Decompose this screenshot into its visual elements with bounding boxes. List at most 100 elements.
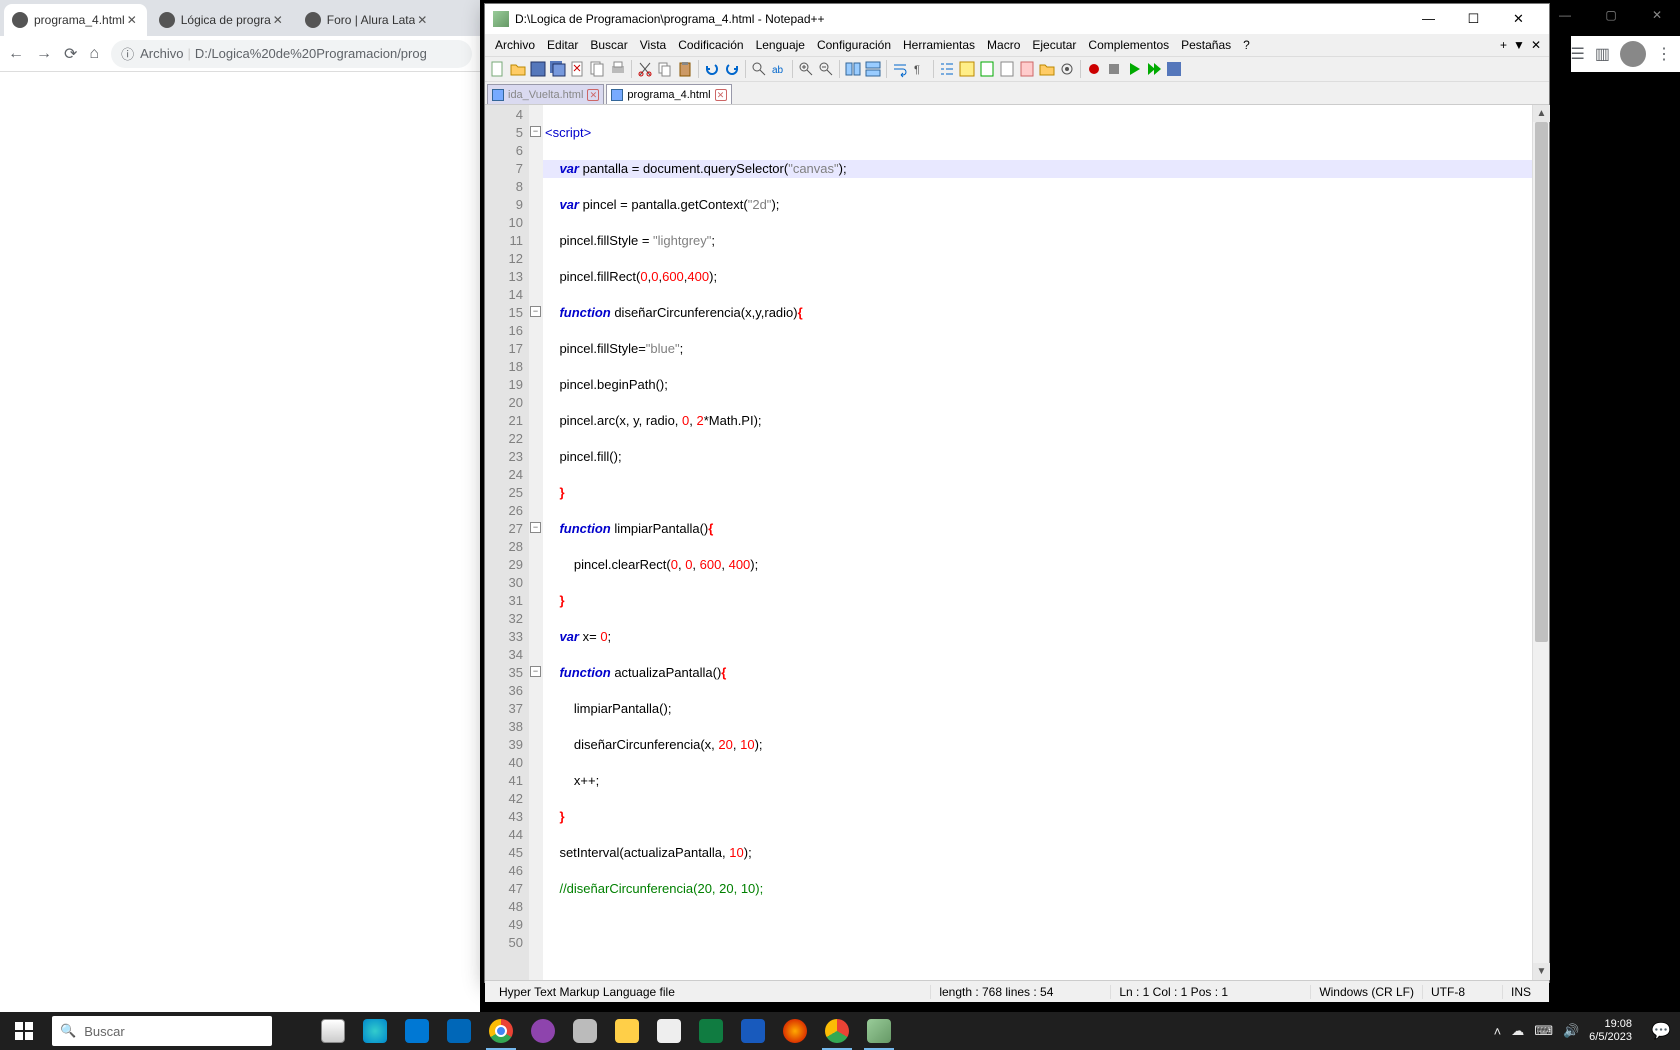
code-line[interactable] [543, 250, 1532, 268]
show-all-chars-icon[interactable]: ¶ [911, 60, 929, 78]
code-line[interactable]: x++; [543, 772, 1532, 790]
cut-icon[interactable] [636, 60, 654, 78]
code-line[interactable] [543, 574, 1532, 592]
code-line[interactable] [543, 646, 1532, 664]
action-center-button[interactable]: 💬 [1642, 1012, 1680, 1050]
tab-close-icon[interactable]: ✕ [271, 13, 285, 27]
taskbar-notepadpp[interactable] [858, 1012, 900, 1050]
forward-button[interactable]: → [36, 45, 52, 63]
fold-column[interactable]: −−−− [529, 105, 543, 980]
menu-herramientas[interactable]: Herramientas [897, 38, 981, 52]
stop-macro-icon[interactable] [1105, 60, 1123, 78]
menu-down-icon[interactable]: ▼ [1513, 38, 1525, 52]
task-view-button[interactable] [312, 1012, 354, 1050]
paste-icon[interactable] [676, 60, 694, 78]
save-all-icon[interactable] [549, 60, 567, 78]
taskbar-chrome-2[interactable] [816, 1012, 858, 1050]
code-line[interactable] [543, 916, 1532, 934]
tab-close-icon[interactable]: ✕ [125, 13, 139, 27]
minimize-button[interactable]: ― [1406, 5, 1451, 33]
menu-close-icon[interactable]: ✕ [1531, 38, 1541, 52]
close-file-icon[interactable] [569, 60, 587, 78]
chrome-menu-icon[interactable]: ⋮ [1656, 44, 1672, 64]
print-icon[interactable] [609, 60, 627, 78]
code-line[interactable]: <script> [543, 124, 1532, 142]
code-line[interactable]: var pincel = pantalla.getContext("2d"); [543, 196, 1532, 214]
code-line[interactable]: } [543, 484, 1532, 502]
code-line[interactable]: pincel.fillRect(0,0,600,400); [543, 268, 1532, 286]
extensions-icon[interactable]: ☰ [1571, 44, 1585, 64]
sync-h-icon[interactable] [864, 60, 882, 78]
menu-configuración[interactable]: Configuración [811, 38, 897, 52]
url-bar[interactable]: ⓘ Archivo | D:/Logica%20de%20Programacio… [111, 40, 472, 68]
undo-icon[interactable] [703, 60, 721, 78]
menu-codificación[interactable]: Codificación [672, 38, 749, 52]
replace-icon[interactable]: ab [770, 60, 788, 78]
vertical-scrollbar[interactable]: ▲ ▼ [1532, 105, 1549, 980]
file-tab-close-icon[interactable]: ✕ [715, 89, 727, 101]
menu-ejecutar[interactable]: Ejecutar [1026, 38, 1082, 52]
maximize-button[interactable]: ☐ [1451, 5, 1496, 33]
tab-close-icon[interactable]: ✕ [415, 13, 429, 27]
fold-toggle[interactable]: − [530, 126, 541, 137]
menu-?[interactable]: ? [1237, 38, 1256, 52]
taskbar-excel[interactable] [690, 1012, 732, 1050]
folder-icon[interactable] [1038, 60, 1056, 78]
record-macro-icon[interactable] [1085, 60, 1103, 78]
chrome-tab[interactable]: Lógica de progra✕ [151, 4, 293, 36]
file-tab-close-icon[interactable]: ✕ [587, 89, 599, 101]
back-button[interactable]: ← [8, 45, 24, 63]
code-line[interactable] [543, 754, 1532, 772]
code-line[interactable] [543, 934, 1532, 952]
code-line[interactable]: pincel.fill(); [543, 448, 1532, 466]
tray-volume-icon[interactable]: 🔊 [1563, 1023, 1579, 1039]
code-line[interactable] [543, 358, 1532, 376]
start-button[interactable] [0, 1012, 48, 1050]
taskbar-app-purple[interactable] [522, 1012, 564, 1050]
taskbar-app-gray[interactable] [564, 1012, 606, 1050]
code-line[interactable] [543, 790, 1532, 808]
code-line[interactable] [543, 898, 1532, 916]
find-icon[interactable] [750, 60, 768, 78]
code-line[interactable]: function limpiarPantalla(){ [543, 520, 1532, 538]
menu-complementos[interactable]: Complementos [1082, 38, 1175, 52]
new-file-icon[interactable] [489, 60, 507, 78]
code-area[interactable]: <script> var pantalla = document.querySe… [543, 105, 1532, 980]
menu-editar[interactable]: Editar [541, 38, 584, 52]
scroll-down-arrow[interactable]: ▼ [1533, 963, 1550, 980]
taskbar-explorer[interactable] [606, 1012, 648, 1050]
tray-onedrive-icon[interactable]: ☁ [1511, 1023, 1524, 1039]
code-line[interactable] [543, 682, 1532, 700]
code-line[interactable]: function diseñarCircunferencia(x,y,radio… [543, 304, 1532, 322]
code-line[interactable]: pincel.clearRect(0, 0, 600, 400); [543, 556, 1532, 574]
chrome-tab[interactable]: Foro | Alura Lata✕ [297, 4, 438, 36]
func-list-icon[interactable] [1018, 60, 1036, 78]
file-tab[interactable]: ida_Vuelta.html✕ [487, 84, 604, 104]
taskbar-chrome[interactable] [480, 1012, 522, 1050]
menu-archivo[interactable]: Archivo [489, 38, 541, 52]
udl-icon[interactable] [958, 60, 976, 78]
redo-icon[interactable] [723, 60, 741, 78]
code-line[interactable]: } [543, 808, 1532, 826]
menu-buscar[interactable]: Buscar [584, 38, 633, 52]
close-button[interactable]: ✕ [1496, 5, 1541, 33]
code-line[interactable] [543, 106, 1532, 124]
monitor-icon[interactable] [1058, 60, 1076, 78]
code-line[interactable] [543, 178, 1532, 196]
reload-button[interactable]: ⟳ [64, 44, 77, 64]
code-line[interactable] [543, 430, 1532, 448]
code-line[interactable] [543, 862, 1532, 880]
zoom-out-icon[interactable] [817, 60, 835, 78]
doc-list-icon[interactable] [998, 60, 1016, 78]
wordwrap-icon[interactable] [891, 60, 909, 78]
code-line[interactable] [543, 466, 1532, 484]
code-line[interactable]: setInterval(actualizaPantalla, 10); [543, 844, 1532, 862]
taskbar-calendar[interactable] [396, 1012, 438, 1050]
tray-keyboard-icon[interactable]: ⌨ [1534, 1023, 1553, 1039]
fold-toggle[interactable]: − [530, 306, 541, 317]
taskbar-store[interactable] [438, 1012, 480, 1050]
bg-close[interactable]: ✕ [1634, 0, 1680, 30]
play-multi-icon[interactable] [1145, 60, 1163, 78]
taskbar-clock[interactable]: 19:08 6/5/2023 [1589, 1018, 1632, 1044]
code-line[interactable] [543, 394, 1532, 412]
